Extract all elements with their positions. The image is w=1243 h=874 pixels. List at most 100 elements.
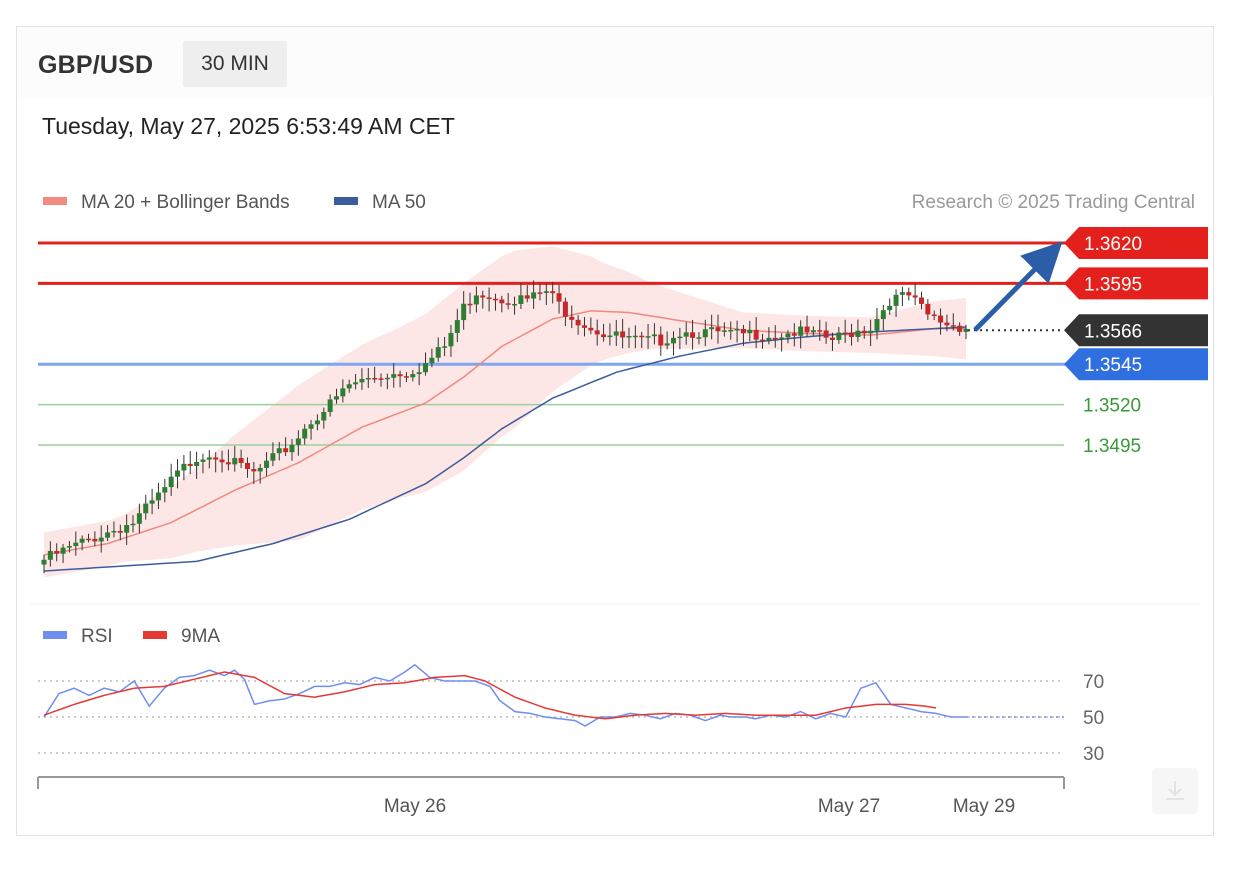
level-label-1.3595: 1.3595 [1084, 274, 1142, 295]
candle-body [391, 374, 397, 378]
candle-body [588, 327, 594, 331]
candle-body [620, 331, 626, 338]
candle-body [906, 292, 912, 296]
candle-body [658, 334, 664, 346]
candle-body [702, 329, 708, 338]
candle-body [270, 453, 276, 461]
candle-body [442, 346, 448, 348]
candle-body [696, 337, 702, 339]
ma20-legend-swatch [43, 197, 67, 205]
candle-body [823, 330, 829, 338]
candle-body [276, 448, 282, 454]
rsi-level-label-50: 50 [1083, 708, 1104, 729]
x-tick-label: May 26 [384, 796, 446, 817]
level-label-1.3495: 1.3495 [1083, 436, 1141, 457]
candle-body [880, 310, 886, 320]
rsi-legend-label: RSI [81, 626, 113, 647]
candle-body [944, 322, 950, 326]
candle-body [607, 335, 613, 338]
price-chart: MA 20 + Bollinger Bands MA 50 Research ©… [30, 192, 1208, 817]
candle-body [480, 295, 486, 298]
candle-body [505, 303, 511, 305]
candle-body [232, 458, 238, 465]
candle-body [836, 332, 842, 340]
candle-body [111, 530, 117, 533]
candle-body [302, 428, 308, 439]
candle-body [175, 470, 181, 477]
candle-body [709, 327, 715, 330]
candle-body [938, 315, 944, 323]
candle-body [66, 546, 72, 548]
rsi-panel: 70 50 30 [38, 663, 1104, 765]
candle-body [868, 330, 874, 334]
candle-body [626, 335, 632, 338]
candle-body [410, 374, 416, 378]
candle-body [308, 424, 314, 429]
ma20-legend-label: MA 20 + Bollinger Bands [81, 192, 290, 213]
candle-body [855, 330, 861, 337]
candle-body [353, 382, 359, 385]
candle-body [79, 538, 85, 543]
candle-body [397, 374, 403, 377]
level-labels: 1.3620 1.3595 1.3566 1.3545 1.3520 1.3495 [1064, 227, 1208, 457]
candle-body [550, 291, 556, 294]
candle-body [92, 538, 98, 542]
candle-body [365, 377, 371, 380]
level-label-1.3566: 1.3566 [1084, 321, 1142, 342]
candle-body [601, 334, 607, 338]
candle-body [798, 326, 804, 336]
candle-body [874, 319, 880, 331]
candle-body [734, 329, 740, 331]
x-tick-label: May 29 [953, 796, 1015, 817]
candle-body [931, 314, 937, 316]
candle-body [728, 329, 734, 332]
rsi-legend-swatch [43, 631, 67, 639]
level-label-1.3620: 1.3620 [1084, 234, 1142, 255]
bollinger-band [44, 246, 966, 578]
candle-body [346, 384, 352, 389]
candle-body [721, 330, 727, 332]
candle-body [60, 547, 66, 554]
candle-body [817, 330, 823, 332]
candle-body [283, 448, 289, 453]
candle-body [779, 337, 785, 339]
candle-body [645, 336, 651, 338]
x-axis-ticks: May 26 May 27 May 29 [384, 796, 1015, 817]
projection-arrow [973, 241, 1063, 332]
candle-body [429, 357, 435, 364]
bollinger-band-area [44, 246, 966, 578]
candle-body [314, 420, 320, 425]
candle-body [912, 295, 918, 298]
candle-body [842, 332, 848, 335]
candle-body [168, 476, 174, 488]
candle-body [98, 537, 104, 542]
candle-body [130, 523, 136, 526]
level-label-1.3545: 1.3545 [1084, 355, 1142, 376]
candle-body [321, 411, 327, 421]
candle-body [372, 377, 378, 380]
candle-body [86, 538, 92, 541]
candle-body [206, 457, 212, 460]
candle-body [575, 319, 581, 326]
candle-body [244, 462, 250, 470]
candle-body [143, 503, 149, 514]
candle-body [512, 303, 518, 306]
candle-body [124, 525, 130, 533]
candle-body [289, 444, 295, 453]
candle-body [333, 396, 339, 400]
candle-body [690, 332, 696, 338]
candle-body [117, 530, 123, 533]
candle-body [829, 337, 835, 340]
candle-body [219, 459, 225, 463]
candle-body [416, 372, 422, 375]
x-tick-label: May 27 [818, 796, 880, 817]
candle-body [327, 399, 333, 412]
candle-body [683, 332, 689, 337]
candle-body [569, 316, 575, 320]
candle-body [715, 327, 721, 332]
ma9-legend-swatch [143, 631, 167, 639]
candle-body [594, 330, 600, 335]
candle-body [810, 330, 816, 333]
rsi-level-label-30: 30 [1083, 744, 1104, 765]
candle-body [556, 293, 562, 302]
